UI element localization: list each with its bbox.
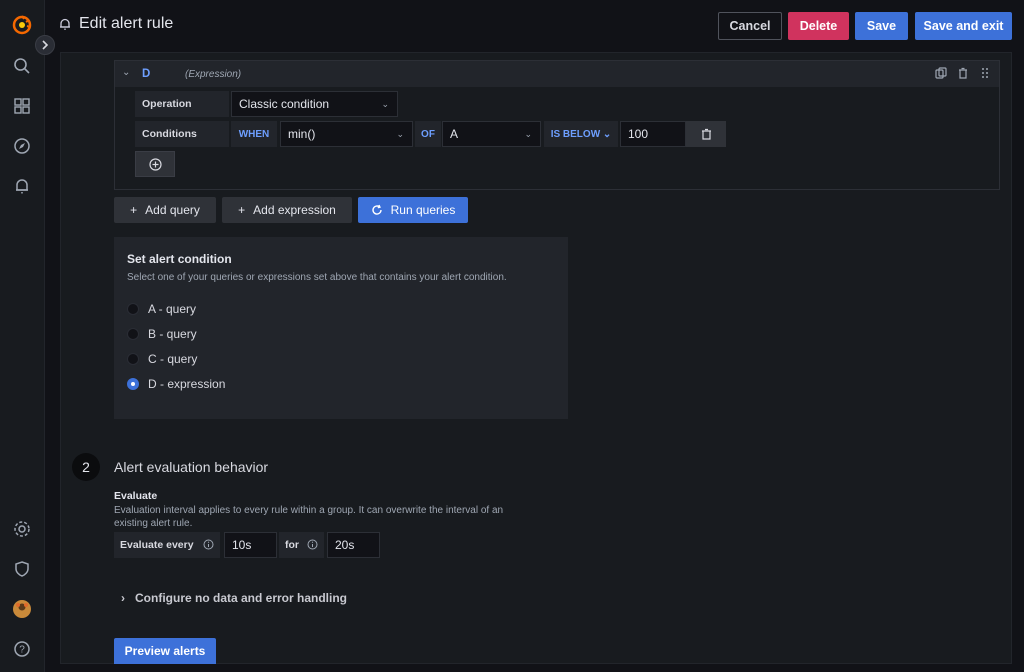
cancel-button[interactable]: Cancel [718, 12, 782, 40]
chevron-down-icon: ⌄ [524, 129, 532, 139]
operation-select[interactable]: Classic condition ⌄ [231, 91, 398, 117]
alerting-icon[interactable] [11, 175, 33, 197]
duplicate-icon[interactable] [935, 67, 947, 79]
query-row-d: ⌄ D (Expression) Operation Classic condi… [114, 60, 1000, 190]
evaluate-description: Evaluation interval applies to every rul… [114, 505, 504, 529]
plus-icon: + [238, 203, 246, 217]
of-keyword: OF [415, 121, 441, 147]
for-label: for [279, 532, 324, 558]
evaluate-every-input[interactable]: 10s [224, 532, 277, 558]
save-and-exit-button[interactable]: Save and exit [915, 12, 1012, 40]
plus-icon: + [130, 203, 138, 217]
evaluator-select[interactable]: IS BELOW ⌄ [544, 121, 618, 147]
radio-button[interactable] [127, 328, 139, 340]
info-icon[interactable] [307, 539, 318, 550]
operation-label: Operation [135, 91, 229, 117]
avatar[interactable] [11, 598, 33, 620]
condition-option-d[interactable]: D - expression [127, 377, 225, 391]
radio-button[interactable] [127, 353, 139, 365]
add-condition-button[interactable] [135, 151, 175, 177]
chevron-right-icon [42, 40, 49, 50]
save-button[interactable]: Save [855, 12, 908, 40]
radio-button[interactable] [127, 303, 139, 315]
settings-icon[interactable] [11, 518, 33, 540]
of-query-select[interactable]: A ⌄ [442, 121, 541, 147]
preview-alerts-button[interactable]: Preview alerts [114, 638, 216, 664]
page-title: Edit alert rule [79, 15, 174, 32]
condition-title: Set alert condition [127, 252, 232, 266]
for-input[interactable]: 20s [327, 532, 380, 558]
reducer-select[interactable]: min() ⌄ [280, 121, 413, 147]
chevron-down-icon: ⌄ [396, 129, 404, 139]
add-expression-button[interactable]: + Add expression [222, 197, 352, 223]
query-header: ⌄ D (Expression) [115, 61, 999, 87]
dashboards-icon[interactable] [11, 95, 33, 117]
add-query-button[interactable]: + Add query [114, 197, 216, 223]
refresh-icon [371, 204, 382, 215]
chevron-down-icon: ⌄ [381, 99, 389, 109]
search-icon[interactable] [11, 55, 33, 77]
chevron-down-icon: ⌄ [602, 128, 612, 140]
conditions-label: Conditions [135, 121, 229, 147]
shield-icon[interactable] [11, 558, 33, 580]
page-header: Edit alert rule Cancel Delete Save Save … [45, 0, 1024, 52]
help-icon[interactable]: ? [11, 638, 33, 660]
trash-icon [701, 128, 711, 140]
info-icon[interactable] [203, 539, 214, 550]
svg-text:?: ? [19, 645, 25, 656]
remove-condition-button[interactable] [686, 121, 726, 147]
condition-description: Select one of your queries or expression… [127, 272, 507, 283]
step-number: 2 [72, 453, 100, 481]
main-panel: ⌄ D (Expression) Operation Classic condi… [60, 52, 1012, 664]
drag-handle-icon[interactable] [979, 67, 991, 79]
sidebar: ? [0, 0, 45, 672]
condition-option-c[interactable]: C - query [127, 352, 197, 366]
condition-option-a[interactable]: A - query [127, 302, 196, 316]
configure-no-data-toggle[interactable]: › Configure no data and error handling [121, 591, 347, 605]
delete-button[interactable]: Delete [788, 12, 849, 40]
when-keyword: WHEN [231, 121, 277, 147]
alert-condition-panel: Set alert condition Select one of your q… [114, 237, 568, 419]
query-name[interactable]: D [142, 68, 150, 80]
evaluate-every-label: Evaluate every [114, 532, 220, 558]
chevron-right-icon: › [121, 591, 125, 605]
section-title: Alert evaluation behavior [114, 459, 269, 475]
grafana-logo[interactable] [11, 14, 33, 36]
plus-circle-icon [148, 157, 162, 171]
bell-icon [60, 18, 70, 30]
evaluate-label: Evaluate [114, 490, 158, 502]
sidebar-expand-button[interactable] [35, 35, 55, 55]
threshold-input[interactable]: 100 [620, 121, 686, 147]
collapse-chevron-icon[interactable]: ⌄ [122, 67, 130, 78]
condition-option-b[interactable]: B - query [127, 327, 197, 341]
query-type: (Expression) [185, 69, 242, 80]
radio-button-selected[interactable] [127, 378, 139, 390]
delete-query-icon[interactable] [957, 67, 969, 79]
run-queries-button[interactable]: Run queries [358, 197, 468, 223]
explore-icon[interactable] [11, 135, 33, 157]
